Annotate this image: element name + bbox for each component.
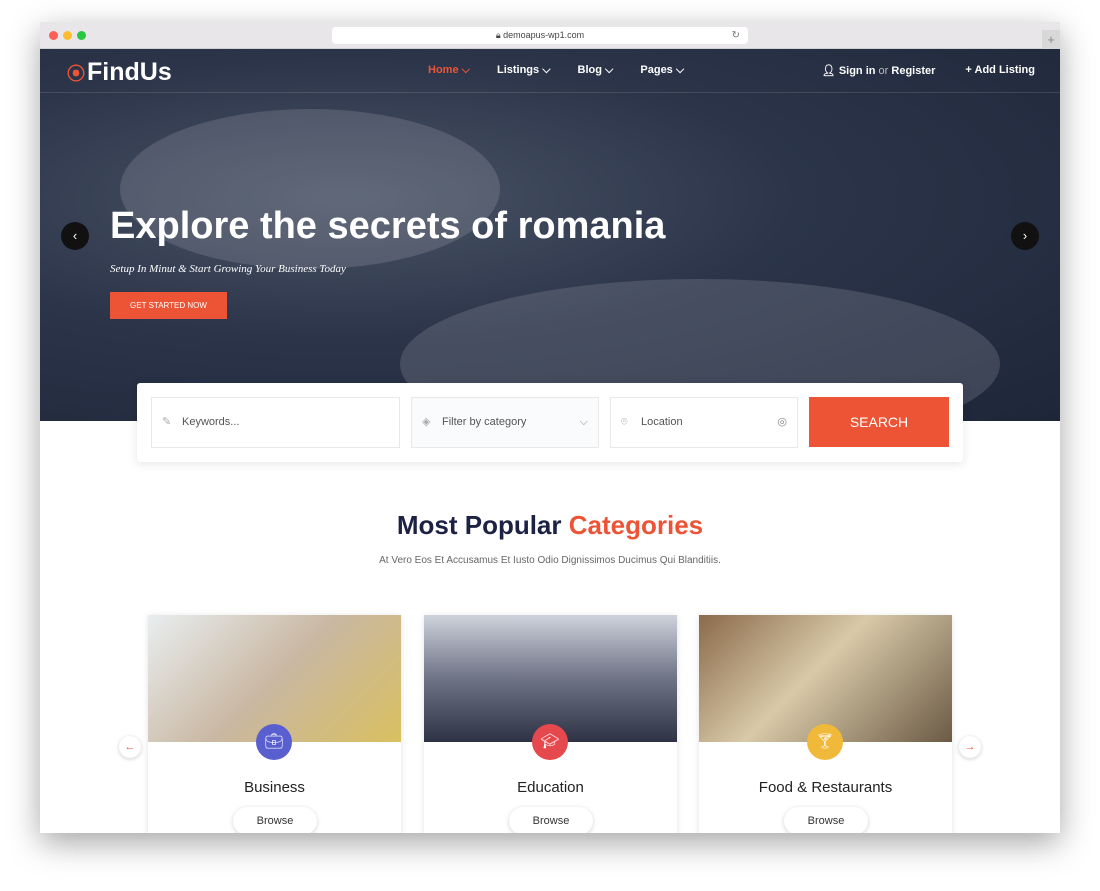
nav-blog[interactable]: Blog ⌵	[578, 64, 614, 77]
plus-icon: +	[965, 64, 975, 76]
or-text: or	[878, 65, 889, 77]
graduation-cap-icon: 🎓︎	[532, 724, 568, 760]
locate-icon[interactable]: ◎	[777, 398, 787, 447]
reload-icon[interactable]: ↻	[732, 27, 740, 44]
close-window-button[interactable]	[49, 31, 58, 40]
sign-in-link[interactable]: Sign in	[839, 65, 876, 77]
keywords-placeholder: Keywords...	[182, 416, 240, 428]
chevron-down-icon: ⌵	[579, 416, 588, 428]
minimize-window-button[interactable]	[63, 31, 72, 40]
layers-icon: ◈	[422, 416, 431, 428]
logo[interactable]: ⦿FindUs	[67, 58, 172, 87]
hero-subtitle: Setup In Minut & Start Growing Your Busi…	[110, 263, 346, 275]
get-started-button[interactable]: GET STARTED NOW	[110, 292, 227, 319]
categories-next-button[interactable]: →	[959, 736, 981, 758]
add-listing-label: Add Listing	[974, 64, 1036, 76]
search-bar: ✎ Keywords... ◈ Filter by category ⌵ ⌾ Locat…	[137, 383, 963, 462]
categories-prev-button[interactable]: ←	[119, 736, 141, 758]
title-part-2: Categories	[568, 510, 704, 540]
map-pin-icon: ⌾	[621, 416, 628, 428]
category-image	[148, 615, 401, 742]
hero-title: Explore the secrets of romania	[110, 205, 666, 247]
nav-home[interactable]: Home ⌵	[428, 64, 470, 77]
category-name: Food & Restaurants	[758, 779, 893, 796]
auth-links: 👤︎ Sign in or Register	[822, 64, 936, 77]
browse-button[interactable]: Browse	[509, 807, 593, 833]
category-image	[424, 615, 677, 742]
location-input[interactable]: ⌾ Location ◎	[610, 397, 798, 448]
new-tab-button[interactable]: +	[1042, 30, 1060, 49]
category-card-education[interactable]: 🎓︎ Education Browse	[424, 615, 677, 833]
add-listing-link[interactable]: + Add Listing	[965, 64, 1035, 77]
nav-listings[interactable]: Listings ⌵	[497, 64, 551, 77]
browser-window: 🔒︎ demoapus-wp1.com ↻ + ⦿FindUs Home ⌵ Li…	[40, 22, 1060, 833]
logo-text: FindUs	[87, 58, 172, 86]
category-name: Education	[517, 779, 584, 796]
url-text: demoapus-wp1.com	[503, 30, 585, 40]
category-name: Business	[244, 779, 305, 796]
briefcase-icon: 💼︎	[256, 724, 292, 760]
main-menu: Home ⌵ Listings ⌵ Blog ⌵ Pages ⌵	[428, 64, 684, 77]
pencil-icon: ✎	[162, 416, 172, 428]
location-placeholder: Location	[641, 416, 683, 428]
nav-actions: 👤︎ Sign in or Register + Add Listing	[822, 64, 1035, 77]
category-image	[699, 615, 952, 742]
search-button[interactable]: SEARCH	[809, 397, 949, 447]
address-bar[interactable]: 🔒︎ demoapus-wp1.com ↻	[332, 27, 748, 44]
category-select[interactable]: ◈ Filter by category ⌵	[411, 397, 599, 448]
maximize-window-button[interactable]	[77, 31, 86, 40]
browse-button[interactable]: Browse	[784, 807, 868, 833]
section-title: Most Popular Categories	[40, 510, 1060, 541]
browser-titlebar: 🔒︎ demoapus-wp1.com ↻ +	[40, 22, 1060, 49]
register-link[interactable]: Register	[891, 65, 935, 77]
keywords-input[interactable]: ✎ Keywords...	[151, 397, 400, 448]
top-nav: ⦿FindUs Home ⌵ Listings ⌵ Blog ⌵ Pages ⌵…	[40, 49, 1060, 93]
browse-button[interactable]: Browse	[233, 807, 317, 833]
pin-icon: ⦿	[67, 64, 85, 84]
category-card-food[interactable]: 🍸︎ Food & Restaurants Browse	[699, 615, 952, 833]
user-icon: 👤︎	[821, 65, 839, 77]
title-part-1: Most Popular	[396, 510, 562, 540]
section-description: At Vero Eos Et Accusamus Et Iusto Odio D…	[379, 555, 721, 566]
nav-pages[interactable]: Pages ⌵	[640, 64, 684, 77]
category-card-business[interactable]: 💼︎ Business Browse	[148, 615, 401, 833]
category-value: Filter by category	[442, 416, 527, 428]
hero-section: ⦿FindUs Home ⌵ Listings ⌵ Blog ⌵ Pages ⌵…	[40, 49, 1060, 449]
hero-next-button[interactable]: ›	[1011, 222, 1039, 250]
cocktail-icon: 🍸︎	[807, 724, 843, 760]
hero-prev-button[interactable]: ‹	[61, 222, 89, 250]
